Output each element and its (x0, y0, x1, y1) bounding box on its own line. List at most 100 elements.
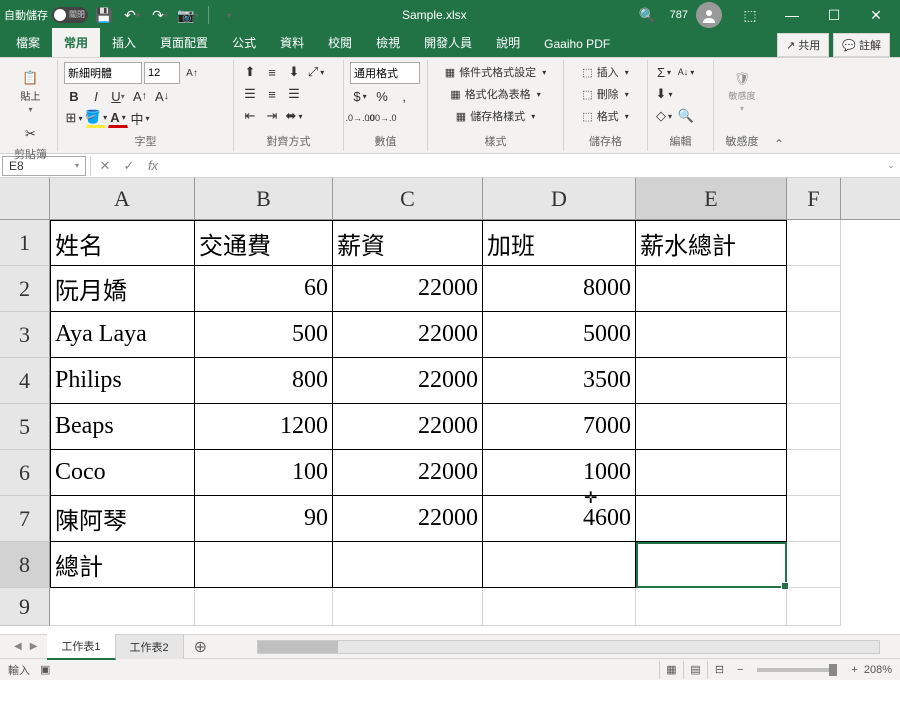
col-header-d[interactable]: D (483, 178, 636, 219)
cell[interactable]: 22000 (333, 266, 483, 312)
font-shrink-icon[interactable]: A↓ (152, 86, 172, 106)
row-header-4[interactable]: 4 (0, 358, 50, 404)
cell[interactable]: Coco (50, 450, 195, 496)
delete-cells-button[interactable]: ⬚ 刪除 (570, 84, 641, 104)
cell[interactable] (636, 312, 787, 358)
percent-icon[interactable]: % (372, 86, 392, 106)
align-middle-icon[interactable]: ≡ (262, 62, 282, 82)
row-header-7[interactable]: 7 (0, 496, 50, 542)
paste-button[interactable]: 📋貼上▾ (12, 62, 50, 122)
cell[interactable] (483, 588, 636, 626)
cell[interactable] (636, 450, 787, 496)
tab-home[interactable]: 常用 (52, 28, 100, 57)
cell[interactable] (636, 266, 787, 312)
tab-data[interactable]: 資料 (268, 28, 316, 57)
cell[interactable]: Beaps (50, 404, 195, 450)
cell[interactable]: 500 (195, 312, 333, 358)
cell[interactable] (333, 588, 483, 626)
row-header-9[interactable]: 9 (0, 588, 50, 626)
sheet-tab-1[interactable]: 工作表1 (47, 634, 115, 660)
cell[interactable] (636, 404, 787, 450)
tab-layout[interactable]: 頁面配置 (148, 28, 220, 57)
collapse-ribbon-icon[interactable]: ⌃ (770, 60, 788, 151)
increase-indent-icon[interactable]: ⇥ (262, 106, 282, 126)
cell[interactable] (787, 266, 841, 312)
fill-icon[interactable]: ⬇ (654, 84, 674, 104)
cell[interactable]: 5000 (483, 312, 636, 358)
currency-icon[interactable]: $ (350, 86, 370, 106)
cell[interactable]: 1200 (195, 404, 333, 450)
tab-file[interactable]: 檔案 (4, 28, 52, 57)
cell-styles-button[interactable]: ▦ 儲存格樣式 (434, 106, 557, 126)
cell[interactable]: 8000 (483, 266, 636, 312)
merge-icon[interactable]: ⬌ (284, 106, 304, 126)
clear-icon[interactable]: ◇ (654, 106, 674, 126)
formula-input[interactable] (165, 156, 882, 176)
cell[interactable]: 3500 (483, 358, 636, 404)
cell[interactable]: 陳阿琴 (50, 496, 195, 542)
col-header-c[interactable]: C (333, 178, 483, 219)
macro-record-icon[interactable]: ▣ (40, 663, 50, 676)
cut-icon[interactable]: ✂ (21, 124, 41, 144)
maximize-icon[interactable]: ☐ (814, 3, 854, 27)
col-header-f[interactable]: F (787, 178, 841, 219)
sheet-tab-2[interactable]: 工作表2 (116, 635, 184, 659)
sort-filter-icon[interactable]: A↓ (676, 62, 696, 82)
cell[interactable] (483, 542, 636, 588)
sensitivity-button[interactable]: 🛡敏感度▾ (723, 62, 761, 122)
cell[interactable]: 姓名 (50, 220, 195, 266)
tab-insert[interactable]: 插入 (100, 28, 148, 57)
border-icon[interactable]: ⊞ (64, 108, 84, 128)
autosum-icon[interactable]: Σ (654, 62, 674, 82)
page-break-view-icon[interactable]: ⊟ (707, 661, 731, 679)
cell[interactable]: 22000 (333, 358, 483, 404)
cell[interactable]: 22000 (333, 312, 483, 358)
qat-customize-icon[interactable]: ▾ (217, 3, 241, 27)
cell[interactable] (636, 588, 787, 626)
cell[interactable] (195, 588, 333, 626)
cell[interactable]: 22000 (333, 450, 483, 496)
camera-icon[interactable]: 📷▾ (176, 3, 200, 27)
cell[interactable] (636, 542, 787, 588)
select-all-corner[interactable] (0, 178, 50, 219)
cell[interactable] (50, 588, 195, 626)
align-bottom-icon[interactable]: ⬇ (284, 62, 304, 82)
col-header-b[interactable]: B (195, 178, 333, 219)
row-header-5[interactable]: 5 (0, 404, 50, 450)
cell[interactable] (636, 496, 787, 542)
row-header-3[interactable]: 3 (0, 312, 50, 358)
cell[interactable]: 阮月嬌 (50, 266, 195, 312)
cells-area[interactable]: 總計46002200090陳阿琴100022000100Coco70002200… (50, 220, 900, 634)
cell[interactable] (195, 542, 333, 588)
insert-function-icon[interactable]: fx (141, 156, 165, 176)
insert-cells-button[interactable]: ⬚ 插入 (570, 62, 641, 82)
cell[interactable] (787, 404, 841, 450)
add-sheet-icon[interactable]: ⊕ (184, 637, 217, 657)
cell[interactable] (333, 542, 483, 588)
find-icon[interactable]: 🔍 (676, 106, 696, 126)
bold-icon[interactable]: B (64, 86, 84, 106)
cell[interactable]: 薪水總計 (636, 220, 787, 266)
cell[interactable]: Philips (50, 358, 195, 404)
phonetic-icon[interactable]: 中 (130, 108, 150, 128)
cell[interactable]: Aya Laya (50, 312, 195, 358)
cell[interactable]: 800 (195, 358, 333, 404)
cell[interactable] (787, 220, 841, 266)
tab-review[interactable]: 校閱 (316, 28, 364, 57)
tab-developer[interactable]: 開發人員 (412, 28, 484, 57)
font-grow-icon[interactable]: A↑ (130, 86, 150, 106)
cell[interactable]: 加班 (483, 220, 636, 266)
underline-icon[interactable]: U▾ (108, 86, 128, 106)
cell[interactable]: 22000 (333, 404, 483, 450)
search-icon[interactable]: 🔍 (628, 3, 668, 27)
expand-formula-icon[interactable]: ⌄ (882, 160, 900, 171)
orientation-icon[interactable]: ⤢ (306, 62, 326, 82)
row-header-1[interactable]: 1 (0, 220, 50, 266)
conditional-format-button[interactable]: ▦ 條件式格式設定 (434, 62, 557, 82)
format-cells-button[interactable]: ⬚ 格式 (570, 106, 641, 126)
cell[interactable]: 7000 (483, 404, 636, 450)
font-name-select[interactable] (64, 62, 142, 84)
cell[interactable]: 1000 (483, 450, 636, 496)
cell[interactable]: 100 (195, 450, 333, 496)
cell[interactable] (787, 358, 841, 404)
